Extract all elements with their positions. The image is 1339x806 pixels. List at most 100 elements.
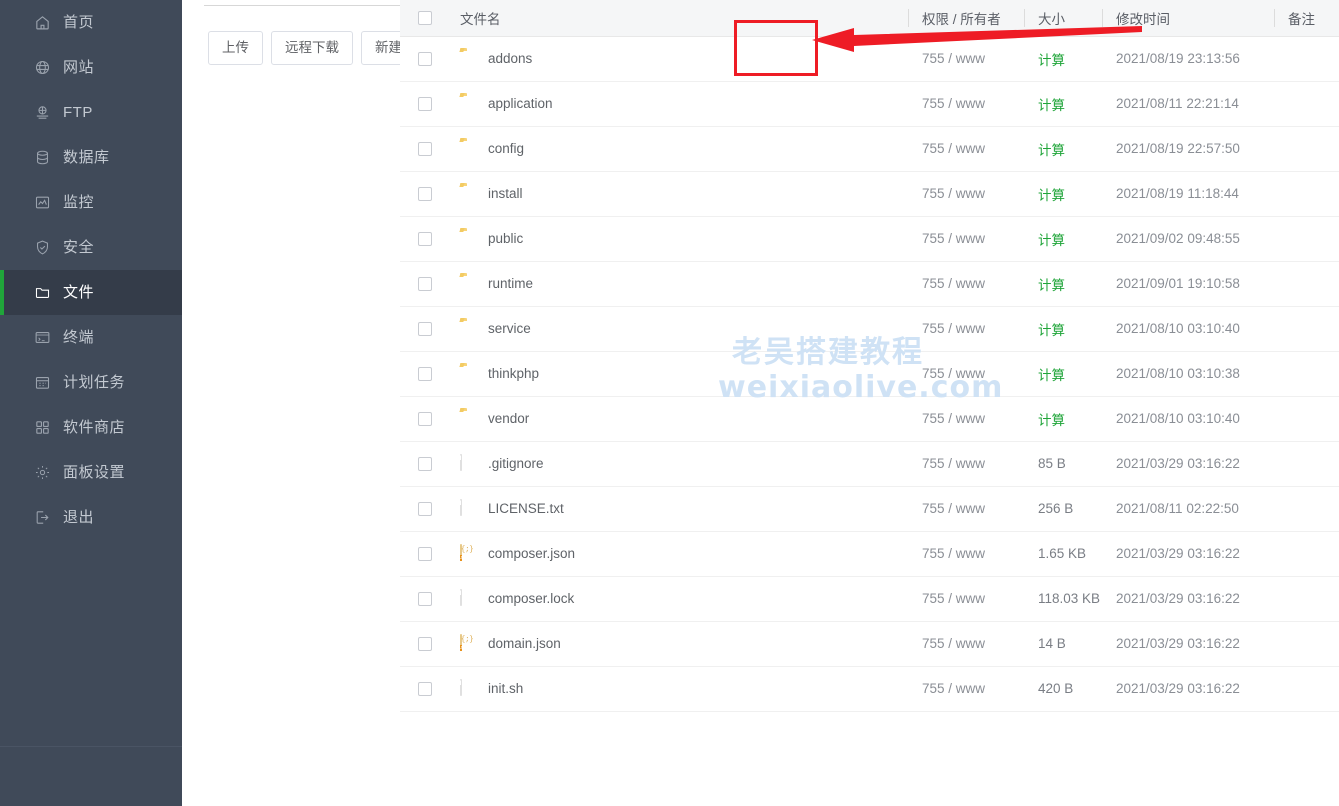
permission-owner-cell[interactable]: 755 / www bbox=[908, 126, 1024, 171]
note-cell[interactable] bbox=[1274, 576, 1339, 621]
sidebar-item-11[interactable]: 退出 bbox=[0, 495, 182, 540]
sidebar-item-7[interactable]: 终端 bbox=[0, 315, 182, 360]
row-checkbox[interactable] bbox=[418, 592, 432, 606]
sidebar-item-3[interactable]: 数据库 bbox=[0, 135, 182, 180]
permission-owner-cell[interactable]: 755 / www bbox=[908, 216, 1024, 261]
sidebar-item-0[interactable]: 首页 bbox=[0, 0, 182, 45]
row-checkbox[interactable] bbox=[418, 412, 432, 426]
file-name-link[interactable]: application bbox=[488, 96, 553, 111]
row-checkbox[interactable] bbox=[418, 547, 432, 561]
permission-owner-cell[interactable]: 755 / www bbox=[908, 396, 1024, 441]
permission-owner-cell[interactable]: 755 / www bbox=[908, 441, 1024, 486]
sidebar-item-6[interactable]: 文件 bbox=[0, 270, 182, 315]
sidebar-item-2[interactable]: FTP bbox=[0, 90, 182, 135]
table-row[interactable]: init.sh755 / www420 B2021/03/29 03:16:22 bbox=[400, 666, 1339, 711]
row-checkbox[interactable] bbox=[418, 637, 432, 651]
sidebar-item-5[interactable]: 安全 bbox=[0, 225, 182, 270]
note-cell[interactable] bbox=[1274, 261, 1339, 306]
permission-owner-cell[interactable]: 755 / www bbox=[908, 486, 1024, 531]
note-cell[interactable] bbox=[1274, 396, 1339, 441]
permission-owner-cell[interactable]: 755 / www bbox=[908, 306, 1024, 351]
remote-download-button[interactable]: 远程下载 bbox=[271, 31, 353, 65]
permission-owner-cell[interactable]: 755 / www bbox=[908, 351, 1024, 396]
calculate-size-link[interactable]: 计算 bbox=[1038, 139, 1065, 159]
row-checkbox[interactable] bbox=[418, 682, 432, 696]
table-row[interactable]: thinkphp755 / www计算2021/08/10 03:10:38 bbox=[400, 351, 1339, 396]
file-name-link[interactable]: runtime bbox=[488, 276, 533, 291]
note-cell[interactable] bbox=[1274, 486, 1339, 531]
table-row[interactable]: config755 / www计算2021/08/19 22:57:50 bbox=[400, 126, 1339, 171]
sidebar-item-8[interactable]: 计划任务 bbox=[0, 360, 182, 405]
note-cell[interactable] bbox=[1274, 441, 1339, 486]
file-name-link[interactable]: service bbox=[488, 321, 531, 336]
table-row[interactable]: addons755 / www计算2021/08/19 23:13:56 bbox=[400, 36, 1339, 81]
table-row[interactable]: composer.lock755 / www118.03 KB2021/03/2… bbox=[400, 576, 1339, 621]
note-cell[interactable] bbox=[1274, 81, 1339, 126]
calculate-size-link[interactable]: 计算 bbox=[1038, 184, 1065, 204]
calculate-size-link[interactable]: 计算 bbox=[1038, 409, 1065, 429]
table-row[interactable]: application755 / www计算2021/08/11 22:21:1… bbox=[400, 81, 1339, 126]
note-cell[interactable] bbox=[1274, 351, 1339, 396]
note-cell[interactable] bbox=[1274, 621, 1339, 666]
row-checkbox[interactable] bbox=[418, 322, 432, 336]
row-checkbox[interactable] bbox=[418, 187, 432, 201]
note-cell[interactable] bbox=[1274, 216, 1339, 261]
row-checkbox[interactable] bbox=[418, 367, 432, 381]
file-name-link[interactable]: vendor bbox=[488, 411, 529, 426]
file-name-link[interactable]: .gitignore bbox=[488, 456, 544, 471]
header-size[interactable]: 大小 bbox=[1024, 0, 1102, 36]
file-name-link[interactable]: LICENSE.txt bbox=[488, 501, 564, 516]
permission-owner-cell[interactable]: 755 / www bbox=[908, 81, 1024, 126]
calculate-size-link[interactable]: 计算 bbox=[1038, 364, 1065, 384]
row-checkbox[interactable] bbox=[418, 457, 432, 471]
table-row[interactable]: install755 / www计算2021/08/19 11:18:44 bbox=[400, 171, 1339, 216]
row-checkbox[interactable] bbox=[418, 97, 432, 111]
table-row[interactable]: {;}JSONcomposer.json755 / www1.65 KB2021… bbox=[400, 531, 1339, 576]
permission-owner-cell[interactable]: 755 / www bbox=[908, 666, 1024, 711]
calculate-size-link[interactable]: 计算 bbox=[1038, 274, 1065, 294]
sidebar-item-9[interactable]: 软件商店 bbox=[0, 405, 182, 450]
note-cell[interactable] bbox=[1274, 306, 1339, 351]
calculate-size-link[interactable]: 计算 bbox=[1038, 49, 1065, 69]
file-name-link[interactable]: thinkphp bbox=[488, 366, 539, 381]
file-name-link[interactable]: composer.json bbox=[488, 546, 575, 561]
row-checkbox[interactable] bbox=[418, 502, 432, 516]
header-filename[interactable]: 文件名 bbox=[446, 0, 908, 36]
permission-owner-cell[interactable]: 755 / www bbox=[908, 531, 1024, 576]
row-checkbox[interactable] bbox=[418, 232, 432, 246]
permission-owner-cell[interactable]: 755 / www bbox=[908, 171, 1024, 216]
row-checkbox[interactable] bbox=[418, 277, 432, 291]
sidebar-item-4[interactable]: 监控 bbox=[0, 180, 182, 225]
file-name-link[interactable]: public bbox=[488, 231, 523, 246]
row-checkbox[interactable] bbox=[418, 142, 432, 156]
table-row[interactable]: runtime755 / www计算2021/09/01 19:10:58 bbox=[400, 261, 1339, 306]
calculate-size-link[interactable]: 计算 bbox=[1038, 319, 1065, 339]
sidebar-item-1[interactable]: 网站 bbox=[0, 45, 182, 90]
permission-owner-cell[interactable]: 755 / www bbox=[908, 621, 1024, 666]
table-row[interactable]: .gitignore755 / www85 B2021/03/29 03:16:… bbox=[400, 441, 1339, 486]
file-name-link[interactable]: addons bbox=[488, 51, 532, 66]
permission-owner-cell[interactable]: 755 / www bbox=[908, 36, 1024, 81]
file-name-link[interactable]: config bbox=[488, 141, 524, 156]
table-row[interactable]: LICENSE.txt755 / www256 B2021/08/11 02:2… bbox=[400, 486, 1339, 531]
table-row[interactable]: public755 / www计算2021/09/02 09:48:55 bbox=[400, 216, 1339, 261]
file-name-link[interactable]: install bbox=[488, 186, 523, 201]
file-name-link[interactable]: composer.lock bbox=[488, 591, 574, 606]
permission-owner-cell[interactable]: 755 / www bbox=[908, 261, 1024, 306]
file-name-link[interactable]: domain.json bbox=[488, 636, 561, 651]
header-note[interactable]: 备注 bbox=[1274, 0, 1339, 36]
table-row[interactable]: vendor755 / www计算2021/08/10 03:10:40 bbox=[400, 396, 1339, 441]
sidebar-item-10[interactable]: 面板设置 bbox=[0, 450, 182, 495]
select-all-checkbox[interactable] bbox=[418, 11, 432, 25]
note-cell[interactable] bbox=[1274, 171, 1339, 216]
header-permission-owner[interactable]: 权限 / 所有者 bbox=[908, 0, 1024, 36]
upload-button[interactable]: 上传 bbox=[208, 31, 263, 65]
note-cell[interactable] bbox=[1274, 666, 1339, 711]
note-cell[interactable] bbox=[1274, 126, 1339, 171]
note-cell[interactable] bbox=[1274, 36, 1339, 81]
table-row[interactable]: {;}JSONdomain.json755 / www14 B2021/03/2… bbox=[400, 621, 1339, 666]
calculate-size-link[interactable]: 计算 bbox=[1038, 94, 1065, 114]
table-row[interactable]: service755 / www计算2021/08/10 03:10:40 bbox=[400, 306, 1339, 351]
permission-owner-cell[interactable]: 755 / www bbox=[908, 576, 1024, 621]
file-name-link[interactable]: init.sh bbox=[488, 681, 523, 696]
